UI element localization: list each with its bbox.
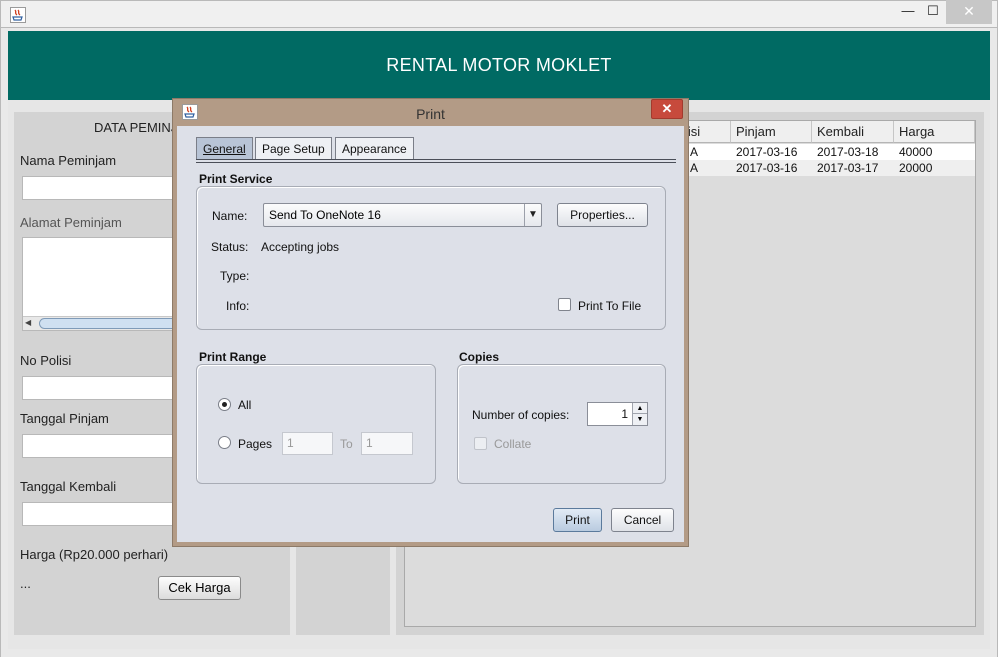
printer-name-select[interactable]: Send To OneNote 16 [263, 203, 542, 227]
spinner-up-icon[interactable]: ▲ [632, 403, 647, 414]
column-header-pinjam[interactable]: Pinjam [731, 121, 812, 143]
kembali-label: Tanggal Kembali [20, 479, 117, 494]
tab-general-label: General [203, 142, 246, 156]
column-header-kembali[interactable]: Kembali [812, 121, 894, 143]
polisi-label: No Polisi [20, 353, 72, 368]
pinjam-label: Tanggal Pinjam [20, 411, 109, 426]
maximize-button[interactable]: ☐ [922, 0, 944, 24]
to-label: To [340, 437, 353, 451]
tab-divider [196, 159, 676, 160]
minimize-button[interactable]: — [894, 0, 922, 24]
tab-general[interactable]: General [196, 137, 253, 159]
cek-harga-button[interactable]: Cek Harga [158, 576, 241, 600]
type-label: Type: [220, 269, 250, 283]
copies-value: 1 [621, 407, 628, 421]
tab-page-setup-label: Page Setup [262, 142, 325, 156]
number-of-copies-label: Number of copies: [472, 408, 570, 422]
window-titlebar [0, 0, 998, 28]
harga-label: Harga (Rp20.000 perhari) [20, 547, 169, 562]
chevron-down-icon[interactable]: ▼ [524, 204, 541, 226]
collate-label[interactable]: Collate [494, 437, 531, 451]
pages-from-field[interactable]: 1 [282, 432, 333, 455]
name-label: Name: [212, 209, 248, 223]
dialog-title: Print [416, 106, 445, 122]
print-range-group [196, 364, 436, 484]
nama-input[interactable] [22, 176, 174, 200]
tab-appearance[interactable]: Appearance [335, 137, 414, 159]
status-label: Status: [211, 240, 249, 254]
scrollbar-thumb[interactable] [39, 318, 179, 329]
print-range-title: Print Range [199, 350, 267, 364]
table-cell: 20000 [899, 161, 933, 175]
pages-to-field[interactable]: 1 [361, 432, 413, 455]
spinner-down-icon[interactable]: ▼ [632, 414, 647, 425]
dialog-close-button[interactable]: ✕ [651, 99, 683, 119]
harga-value: ... [20, 576, 31, 591]
table-cell: 2017-03-16 [736, 145, 798, 159]
alamat-label: Alamat Peminjam [20, 215, 122, 230]
app-title: RENTAL MOTOR MOKLET [386, 55, 612, 75]
copies-title: Copies [459, 350, 500, 364]
all-radio[interactable] [218, 398, 231, 411]
java-app-icon [10, 7, 26, 23]
pages-label[interactable]: Pages [238, 437, 272, 451]
table-cell: 2017-03-18 [817, 145, 879, 159]
window-close-button[interactable]: ✕ [946, 0, 992, 24]
copies-spinner[interactable]: 1 ▲ ▼ [587, 402, 648, 426]
radio-selected-dot [222, 402, 227, 407]
pinjam-input[interactable] [22, 434, 174, 458]
column-header-harga[interactable]: Harga [894, 121, 975, 143]
tab-page-setup[interactable]: Page Setup [255, 137, 332, 159]
nama-label: Nama Peminjam [20, 153, 117, 168]
pages-radio[interactable] [218, 436, 231, 449]
scroll-left-icon[interactable]: ◀ [25, 318, 31, 327]
properties-button[interactable]: Properties... [557, 203, 648, 227]
table-cell: 2017-03-16 [736, 161, 798, 175]
print-to-file-checkbox[interactable] [558, 298, 571, 311]
print-service-title: Print Service [199, 172, 273, 186]
table-cell: 2017-03-17 [817, 161, 879, 175]
kembali-input[interactable] [22, 502, 174, 526]
all-label[interactable]: All [238, 398, 251, 412]
tab-divider [196, 162, 676, 163]
status-value: Accepting jobs [261, 240, 340, 254]
cancel-button[interactable]: Cancel [611, 508, 674, 532]
info-label: Info: [226, 299, 250, 313]
collate-checkbox[interactable] [474, 437, 487, 450]
print-to-file-label[interactable]: Print To File [578, 299, 641, 313]
horizontal-scrollbar[interactable]: ◀ [23, 316, 179, 330]
polisi-input[interactable] [22, 376, 174, 400]
table-cell: 40000 [899, 145, 933, 159]
tab-appearance-label: Appearance [342, 142, 407, 156]
print-button[interactable]: Print [553, 508, 602, 532]
